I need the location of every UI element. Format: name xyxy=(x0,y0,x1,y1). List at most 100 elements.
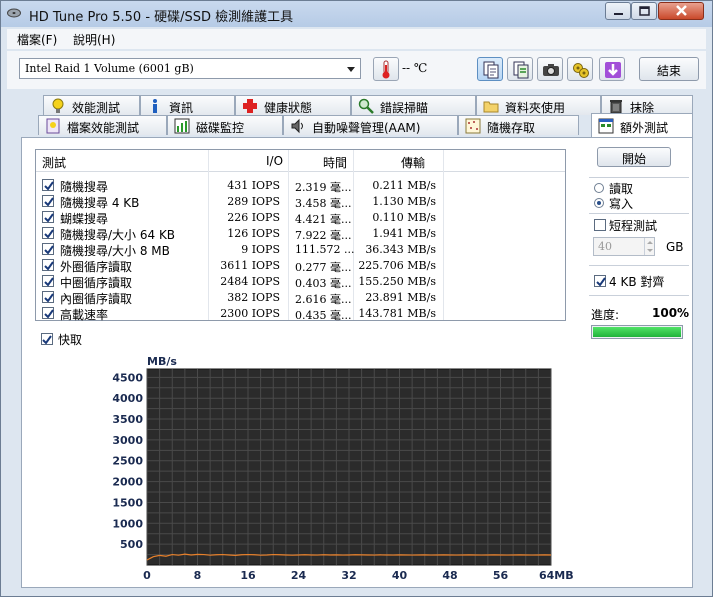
table-row[interactable]: 隨機搜尋/大小 64 KB 126 IOPS 7.922 毫... 1.941 MB/… xyxy=(36,225,565,242)
tab-erase[interactable]: 抹除 xyxy=(601,95,693,115)
window-title: HD Tune Pro 5.50 - 硬碟/SSD 檢測維護工具 xyxy=(29,10,294,25)
progress-bar xyxy=(591,325,683,339)
table-row[interactable]: 隨機搜尋/大小 8 MB 9 IOPS 111.572 ... 36.343 MB/s xyxy=(36,241,565,258)
align-4kb-checkbox[interactable] xyxy=(594,275,606,287)
exit-button[interactable]: 結束 xyxy=(639,57,699,81)
y-tick-label: 4500 xyxy=(112,371,143,384)
transfer-chart: 500 1000 1500 2000 2500 3000 3500 4000 4500 0 8 16 2… xyxy=(101,351,581,582)
checkbox-checked-icon xyxy=(41,333,53,345)
transfer-value: 143.781 MB/s xyxy=(358,307,436,320)
write-label: 寫入 xyxy=(609,197,634,211)
thermometer-button[interactable] xyxy=(373,57,399,81)
drive-select[interactable]: Intel Raid 1 Volume (6001 gB) xyxy=(19,58,361,79)
menu-help[interactable]: 說明(H) xyxy=(73,31,115,48)
checkbox-checked-icon[interactable] xyxy=(42,211,54,223)
tab-extra-tests[interactable]: 額外測試 xyxy=(591,113,693,137)
tab-file-benchmark[interactable]: 檔案效能測試 xyxy=(38,115,167,135)
table-row[interactable]: 隨機搜尋 4 KB 289 IOPS 3.458 毫... 1.130 MB/s xyxy=(36,193,565,210)
checkbox-checked-icon[interactable] xyxy=(42,259,54,271)
checkbox-checked-icon[interactable] xyxy=(42,275,54,287)
x-tick-label: 56 xyxy=(493,569,509,581)
window-grid-icon xyxy=(598,118,614,134)
divider xyxy=(589,177,689,178)
column-header-io[interactable]: I/O xyxy=(266,154,283,168)
tab-benchmark[interactable]: 效能測試 xyxy=(43,95,140,115)
table-header: 測試 I/O 時間 傳輸 xyxy=(36,150,565,172)
table-row[interactable]: 高載速率 2300 IOPS 0.435 毫... 143.781 MB/s xyxy=(36,305,565,322)
write-radio[interactable] xyxy=(594,198,604,208)
io-value: 382 IOPS xyxy=(227,291,280,304)
tab-folder-usage[interactable]: 資料夾使用 xyxy=(476,95,601,115)
y-tick-label: 500 xyxy=(120,538,143,551)
temperature-readout: -- ℃ xyxy=(402,61,428,75)
download-arrow-icon xyxy=(605,62,621,78)
y-tick-label: 1500 xyxy=(112,496,143,509)
title-bar: HD Tune Pro 5.50 - 硬碟/SSD 檢測維護工具 xyxy=(1,1,712,27)
tab-label: 磁碟監控 xyxy=(196,121,245,135)
spin-buttons[interactable] xyxy=(644,238,654,255)
x-tick-label: 40 xyxy=(392,569,408,581)
divider xyxy=(589,213,689,214)
thermometer-icon xyxy=(382,60,390,79)
column-header-test[interactable]: 測試 xyxy=(42,154,66,171)
tab-random-access[interactable]: 隨機存取 xyxy=(458,115,579,135)
transfer-value: 0.110 MB/s xyxy=(372,211,436,224)
tab-disk-monitor[interactable]: 磁碟監控 xyxy=(167,115,283,135)
y-axis-label: MB/s xyxy=(147,355,177,368)
minimize-button[interactable] xyxy=(605,2,631,20)
y-tick-label: 2000 xyxy=(112,476,143,489)
checkbox-checked-icon[interactable] xyxy=(42,291,54,303)
tab-aam[interactable]: 自動噪聲管理(AAM) xyxy=(283,115,458,135)
screenshot-button[interactable] xyxy=(537,57,563,81)
tab-error-scan[interactable]: 錯誤掃瞄 xyxy=(351,95,476,115)
transfer-value: 36.343 MB/s xyxy=(365,243,436,256)
io-value: 3611 IOPS xyxy=(220,259,280,272)
column-header-time[interactable]: 時間 xyxy=(323,154,347,171)
copy-all-button[interactable] xyxy=(507,57,533,81)
y-tick-label: 1000 xyxy=(112,517,143,530)
chevron-down-icon xyxy=(347,67,355,72)
menu-file[interactable]: 檔案(F) xyxy=(17,31,57,48)
tab-health[interactable]: 健康狀態 xyxy=(235,95,351,115)
checkbox-checked-icon[interactable] xyxy=(42,243,54,255)
options-button[interactable] xyxy=(567,57,593,81)
io-value: 2300 IOPS xyxy=(220,307,280,320)
read-radio[interactable] xyxy=(594,183,604,193)
table-row[interactable]: 內圈循序讀取 382 IOPS 2.616 毫... 23.891 MB/s xyxy=(36,289,565,306)
camera-icon xyxy=(543,64,559,76)
random-dots-icon xyxy=(465,118,481,134)
start-button[interactable]: 開始 xyxy=(597,147,671,167)
y-tick-label: 3000 xyxy=(112,434,143,447)
short-test-checkbox[interactable] xyxy=(594,219,606,231)
results-table: 測試 I/O 時間 傳輸 隨機搜尋 431 IOPS 2.319 毫... 0.211… xyxy=(35,149,566,322)
tab-info[interactable]: 資訊 xyxy=(140,95,235,115)
red-cross-icon xyxy=(243,99,257,113)
close-button[interactable] xyxy=(658,2,704,20)
progress-fill xyxy=(593,327,681,337)
checkbox-checked-icon[interactable] xyxy=(42,195,54,207)
save-button[interactable] xyxy=(599,57,625,81)
y-tick-label: 2500 xyxy=(112,455,143,468)
table-row[interactable]: 隨機搜尋 431 IOPS 2.319 毫... 0.211 MB/s xyxy=(36,177,565,194)
column-header-transfer[interactable]: 傳輸 xyxy=(401,154,425,171)
short-test-label: 短程測試 xyxy=(609,219,658,233)
table-row[interactable]: 中圈循序讀取 2484 IOPS 0.403 毫... 155.250 MB/s xyxy=(36,273,565,290)
io-value: 126 IOPS xyxy=(227,227,280,240)
x-tick-label: 24 xyxy=(291,569,307,581)
checkbox-checked-icon[interactable] xyxy=(42,227,54,239)
maximize-button[interactable] xyxy=(631,2,657,20)
align-4kb-label: 4 KB 對齊 xyxy=(609,275,665,289)
checkbox-checked-icon[interactable] xyxy=(42,179,54,191)
copy-text-button[interactable] xyxy=(477,57,503,81)
table-row[interactable]: 蝴蝶搜尋 226 IOPS 4.421 毫... 0.110 MB/s xyxy=(36,209,565,226)
x-tick-label: 0 xyxy=(143,569,151,581)
copy-all-icon xyxy=(513,61,529,79)
file-bulb-icon xyxy=(46,118,60,134)
app-window: HD Tune Pro 5.50 - 硬碟/SSD 檢測維護工具 檔案(F) 說… xyxy=(0,0,713,597)
checkbox-checked-icon[interactable] xyxy=(42,307,54,319)
size-input-value: 40 xyxy=(598,240,612,253)
x-tick-label: 8 xyxy=(194,569,202,581)
transfer-value: 23.891 MB/s xyxy=(365,291,436,304)
size-input[interactable]: 40 xyxy=(593,237,655,256)
table-row[interactable]: 外圈循序讀取 3611 IOPS 0.277 毫... 225.706 MB/s xyxy=(36,257,565,274)
